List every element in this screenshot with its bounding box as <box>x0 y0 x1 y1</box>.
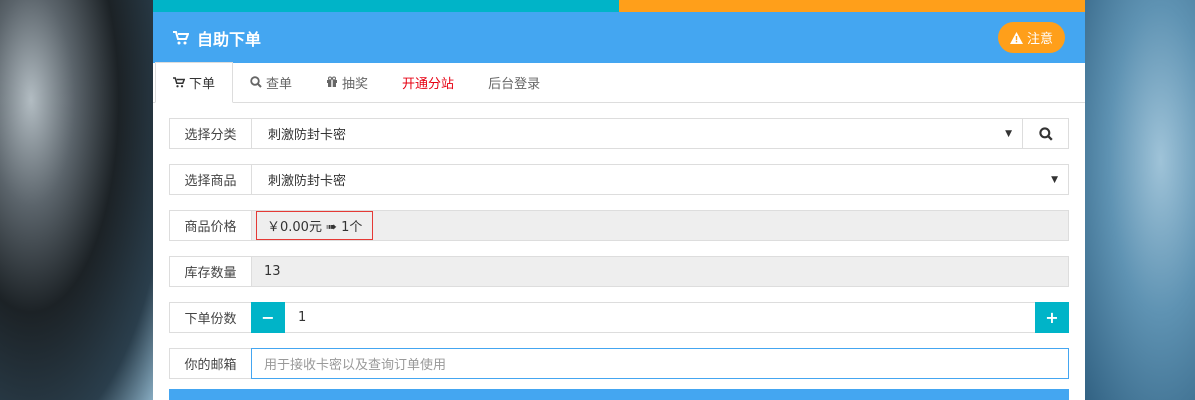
top-right-button[interactable] <box>619 0 1085 12</box>
category-search-button[interactable] <box>1023 118 1069 149</box>
price-value-box: ￥0.00元 ➠ 1个 <box>256 211 374 240</box>
notice-button[interactable]: 注意 <box>997 22 1065 53</box>
category-row: 选择分类 刺激防封卡密 ▼ <box>169 118 1069 149</box>
stock-label: 库存数量 <box>169 256 251 287</box>
quantity-minus-button[interactable]: − <box>251 302 285 333</box>
email-placeholder: 用于接收卡密以及查询订单使用 <box>264 358 447 373</box>
tab-order[interactable]: 下单 <box>155 62 234 103</box>
panel-header: 自助下单 注意 <box>153 12 1085 63</box>
price-value: ￥0.00元 ➠ 1个 <box>267 220 363 235</box>
quantity-input[interactable]: 1 <box>285 302 1035 333</box>
price-row: 商品价格 ￥0.00元 ➠ 1个 <box>169 210 1069 241</box>
top-left-button[interactable] <box>153 0 619 12</box>
submit-order-button[interactable] <box>169 389 1069 400</box>
email-label: 你的邮箱 <box>169 348 251 379</box>
order-panel: 自助下单 注意 下单 查单 抽奖 开通分站 后台登录 选择分类 刺激防封卡密 ▼… <box>153 0 1085 400</box>
stock-value: 13 <box>264 264 281 279</box>
tab-admin-login[interactable]: 后台登录 <box>471 62 557 102</box>
product-value: 刺激防封卡密 <box>268 174 347 189</box>
product-label: 选择商品 <box>169 164 251 195</box>
background-left <box>0 0 155 400</box>
tab-admin-login-label: 后台登录 <box>488 76 541 92</box>
stock-row: 库存数量 13 <box>169 256 1069 287</box>
quantity-plus-button[interactable]: + <box>1035 302 1069 333</box>
cart-icon <box>173 30 189 45</box>
tab-lottery-label: 抽奖 <box>342 76 369 92</box>
warning-icon <box>1009 31 1023 44</box>
notice-label: 注意 <box>1026 32 1053 47</box>
stock-field: 13 <box>251 256 1069 287</box>
caret-down-icon: ▼ <box>1005 128 1012 139</box>
page-title-text: 自助下单 <box>197 29 262 49</box>
tab-query-label: 查单 <box>266 76 293 92</box>
tab-open-substation-label: 开通分站 <box>402 76 455 92</box>
tab-order-label: 下单 <box>189 77 216 92</box>
quantity-value: 1 <box>298 310 307 325</box>
category-label: 选择分类 <box>169 118 251 149</box>
page-title: 自助下单 <box>173 26 261 50</box>
product-select[interactable]: 刺激防封卡密 ▼ <box>251 164 1069 195</box>
email-row: 你的邮箱 用于接收卡密以及查询订单使用 <box>169 348 1069 379</box>
quantity-row: 下单份数 − 1 + <box>169 302 1069 333</box>
quantity-label: 下单份数 <box>169 302 251 333</box>
minus-icon: − <box>261 308 275 327</box>
cart-icon <box>173 77 185 88</box>
plus-icon: + <box>1045 308 1059 327</box>
category-select[interactable]: 刺激防封卡密 ▼ <box>251 118 1023 149</box>
tab-query[interactable]: 查单 <box>233 62 309 102</box>
gift-icon <box>326 76 338 88</box>
tab-bar: 下单 查单 抽奖 开通分站 后台登录 <box>153 62 1085 103</box>
product-row: 选择商品 刺激防封卡密 ▼ <box>169 164 1069 195</box>
top-action-bar <box>153 0 1085 12</box>
caret-down-icon: ▼ <box>1051 174 1058 185</box>
search-icon <box>250 76 262 88</box>
category-value: 刺激防封卡密 <box>268 128 347 143</box>
order-form: 选择分类 刺激防封卡密 ▼ 选择商品 刺激防封卡密 ▼ 商品价格 ￥0.00元 … <box>153 103 1085 379</box>
email-field[interactable]: 用于接收卡密以及查询订单使用 <box>251 348 1069 379</box>
tab-lottery[interactable]: 抽奖 <box>309 62 385 102</box>
background-right <box>1080 0 1195 400</box>
price-label: 商品价格 <box>169 210 251 241</box>
search-icon <box>1038 126 1053 141</box>
price-field: ￥0.00元 ➠ 1个 <box>251 210 1069 241</box>
tab-open-substation[interactable]: 开通分站 <box>385 62 471 102</box>
